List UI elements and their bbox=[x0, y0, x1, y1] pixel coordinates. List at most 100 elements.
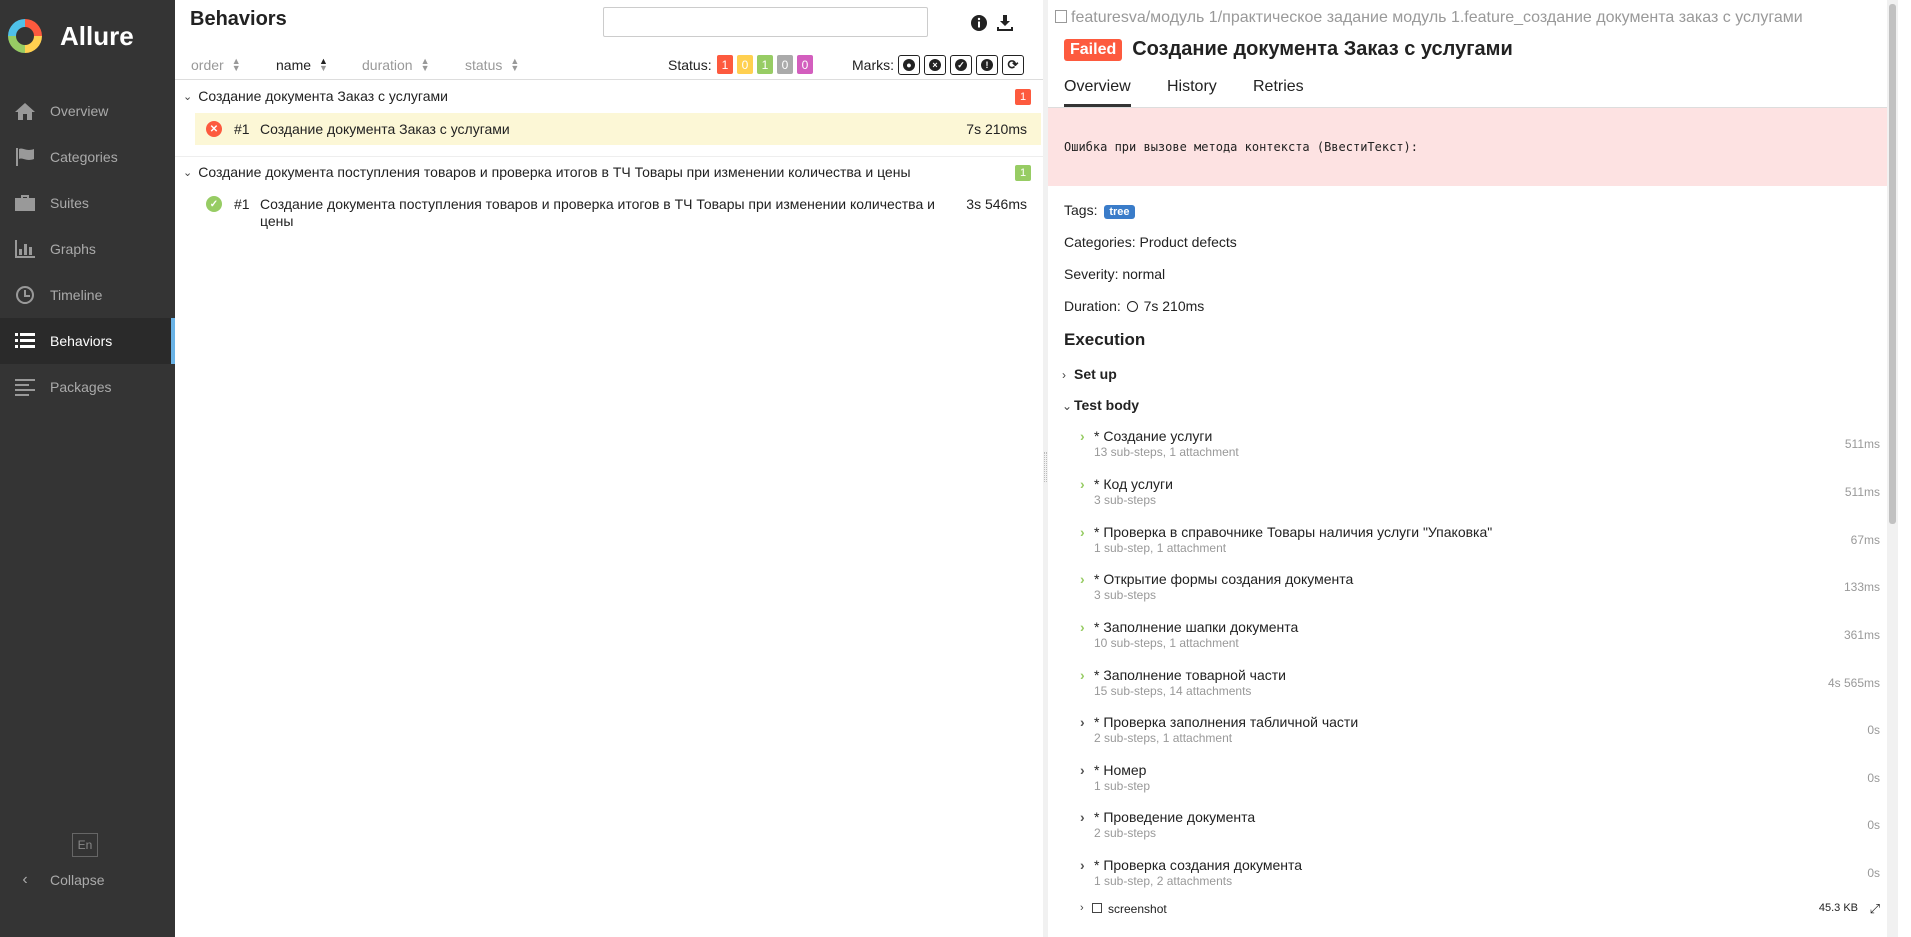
step-row[interactable]: › * Проверка заполнения табличной части … bbox=[1080, 714, 1880, 754]
sidebar-item-overview[interactable]: Overview bbox=[0, 88, 175, 134]
expand-icon[interactable]: ⤢ bbox=[1870, 901, 1880, 917]
test-number: #1 bbox=[234, 196, 250, 212]
chevron-right-icon: › bbox=[1080, 762, 1085, 778]
group-header[interactable]: ⌄ Создание документа поступления товаров… bbox=[175, 157, 1043, 187]
setup-section[interactable]: › Set up bbox=[1062, 366, 1117, 382]
align-left-icon bbox=[15, 379, 35, 396]
step-duration: 0s bbox=[1867, 866, 1880, 880]
tab-history[interactable]: History bbox=[1167, 78, 1217, 104]
tags-line: Tags: tree bbox=[1064, 202, 1135, 219]
brand-name: Allure bbox=[60, 20, 134, 51]
attachment-size: 45.3 KB bbox=[1818, 902, 1858, 914]
chevron-right-icon: › bbox=[1080, 619, 1085, 635]
mark-retries-toggle[interactable]: ⟳ bbox=[1002, 55, 1024, 75]
execution-heading: Execution bbox=[1064, 330, 1146, 349]
allure-logo-icon bbox=[8, 19, 42, 53]
step-substeps: 10 sub-steps, 1 attachment bbox=[1094, 636, 1239, 650]
mark-new-broken-toggle[interactable]: ! bbox=[976, 55, 998, 75]
status-skipped-toggle[interactable]: 0 bbox=[777, 55, 793, 74]
test-row[interactable]: ✕ #1 Создание документа Заказ с услугами… bbox=[195, 113, 1041, 145]
step-row[interactable]: › * Заполнение товарной части 15 sub-ste… bbox=[1080, 667, 1880, 707]
sidebar-item-label: Packages bbox=[50, 379, 112, 395]
sidebar-item-timeline[interactable]: Timeline bbox=[0, 272, 175, 318]
status-unknown-toggle[interactable]: 0 bbox=[797, 55, 813, 74]
breadcrumb[interactable]: featuresva/модуль 1/практическое задание… bbox=[1055, 9, 1803, 27]
copy-icon bbox=[1055, 10, 1067, 23]
collapse-button[interactable]: ‹ Collapse bbox=[14, 871, 104, 889]
download-icon[interactable] bbox=[995, 13, 1015, 33]
step-row[interactable]: › * Создание услуги 13 sub-steps, 1 atta… bbox=[1080, 428, 1880, 468]
sort-arrows-icon: ▲ ▼ bbox=[420, 56, 430, 73]
group-header[interactable]: ⌄ Создание документа Заказ с услугами 1 bbox=[175, 81, 1043, 111]
step-row[interactable]: › * Открытие формы создания документа 3 … bbox=[1080, 571, 1880, 611]
step-substeps: 15 sub-steps, 14 attachments bbox=[1094, 684, 1252, 698]
sidebar-item-packages[interactable]: Packages bbox=[0, 364, 175, 410]
sort-duration[interactable]: duration ▲ ▼ bbox=[362, 56, 430, 74]
sort-label: name bbox=[276, 57, 312, 73]
test-detail-pane: featuresva/модуль 1/практическое задание… bbox=[1048, 0, 1898, 937]
step-substeps: 3 sub-steps bbox=[1094, 493, 1157, 507]
sidebar-item-suites[interactable]: Suites bbox=[0, 180, 175, 226]
step-row[interactable]: › * Заполнение шапки документа 10 sub-st… bbox=[1080, 619, 1880, 659]
tab-overview[interactable]: Overview bbox=[1064, 78, 1131, 107]
chevron-right-icon: › bbox=[1080, 667, 1085, 683]
step-row[interactable]: › * Номер 1 sub-step 0s bbox=[1080, 762, 1880, 802]
chevron-down-icon: ⌄ bbox=[183, 166, 193, 179]
step-name: * Код услуги bbox=[1094, 476, 1173, 492]
sidebar-item-graphs[interactable]: Graphs bbox=[0, 226, 175, 272]
test-row[interactable]: ✓ #1 Создание документа поступления това… bbox=[195, 188, 1041, 232]
step-duration: 511ms bbox=[1844, 485, 1880, 499]
severity-line: Severity: normal bbox=[1064, 266, 1166, 282]
sort-status[interactable]: status ▲ ▼ bbox=[465, 57, 519, 74]
error-text: Ошибка при вызове метода контекста (Ввес… bbox=[1064, 140, 1419, 154]
check-circle-icon: ✓ bbox=[955, 59, 967, 71]
page-title: Behaviors bbox=[190, 8, 287, 30]
duration-value: 7s 210ms bbox=[1143, 298, 1205, 314]
scrollbar-thumb[interactable] bbox=[1889, 4, 1896, 524]
info-icon[interactable] bbox=[969, 13, 989, 33]
mark-new-passed-toggle[interactable]: ✓ bbox=[950, 55, 972, 75]
step-name: * Создание услуги bbox=[1094, 428, 1213, 444]
error-message[interactable]: Ошибка при вызове метода контекста (Ввес… bbox=[1048, 108, 1898, 186]
step-name: * Проверка в справочнике Товары наличия … bbox=[1094, 524, 1493, 540]
sidebar-item-behaviors[interactable]: Behaviors bbox=[0, 318, 175, 364]
status-filter-label: Status: bbox=[668, 57, 712, 73]
tab-retries[interactable]: Retries bbox=[1253, 78, 1304, 104]
sort-bar: order ▲ ▼ name ▲ ▼ duration ▲ ▼ status ▲ ▼ S… bbox=[175, 52, 1043, 80]
step-row[interactable]: › * Проведение документа 2 sub-steps 0s bbox=[1080, 809, 1880, 849]
status-failed-toggle[interactable]: 1 bbox=[717, 55, 733, 74]
sort-name[interactable]: name ▲ ▼ bbox=[276, 57, 328, 74]
status-badge: Failed bbox=[1064, 38, 1123, 61]
test-body-section[interactable]: ⌄ Test body bbox=[1062, 397, 1139, 413]
language-button[interactable]: En bbox=[72, 833, 98, 857]
chevron-right-icon: › bbox=[1080, 571, 1085, 587]
step-row[interactable]: › * Проверка создания документа 1 sub-st… bbox=[1080, 857, 1880, 897]
test-title-row: Failed Создание документа Заказ с услуга… bbox=[1064, 38, 1513, 61]
sidebar-item-label: Behaviors bbox=[50, 333, 113, 349]
status-broken-toggle[interactable]: 0 bbox=[737, 55, 753, 74]
chevron-right-icon: › bbox=[1080, 428, 1085, 444]
setup-label: Set up bbox=[1074, 366, 1117, 382]
mark-new-failed-toggle[interactable]: × bbox=[924, 55, 946, 75]
step-duration: 361ms bbox=[1843, 628, 1880, 642]
step-duration: 511ms bbox=[1844, 437, 1880, 451]
brand[interactable]: Allure bbox=[0, 0, 175, 72]
chevron-right-icon: › bbox=[1080, 714, 1085, 730]
scrollbar[interactable] bbox=[1887, 0, 1898, 937]
step-row[interactable]: › * Проверка в справочнике Товары наличи… bbox=[1080, 524, 1880, 564]
status-passed-toggle[interactable]: 1 bbox=[757, 55, 773, 74]
sort-order[interactable]: order ▲ ▼ bbox=[191, 57, 241, 74]
chevron-down-icon: ⌄ bbox=[183, 90, 193, 103]
search-input[interactable] bbox=[603, 7, 928, 37]
sort-label: order bbox=[191, 57, 224, 73]
passed-status-icon: ✓ bbox=[206, 196, 222, 212]
detail-tabs: Overview History Retries bbox=[1048, 74, 1898, 108]
mark-flaky-toggle[interactable]: ● bbox=[898, 55, 920, 75]
breadcrumb-path: featuresva/модуль 1/практическое задание… bbox=[1071, 9, 1803, 26]
collapse-label: Collapse bbox=[50, 872, 105, 888]
sidebar-item-categories[interactable]: Categories bbox=[0, 134, 175, 180]
step-name: * Проверка создания документа bbox=[1094, 857, 1303, 873]
flag-icon bbox=[16, 148, 34, 166]
step-substeps: 1 sub-step, 2 attachments bbox=[1094, 874, 1233, 888]
step-row[interactable]: › * Код услуги 3 sub-steps 511ms bbox=[1080, 476, 1880, 516]
